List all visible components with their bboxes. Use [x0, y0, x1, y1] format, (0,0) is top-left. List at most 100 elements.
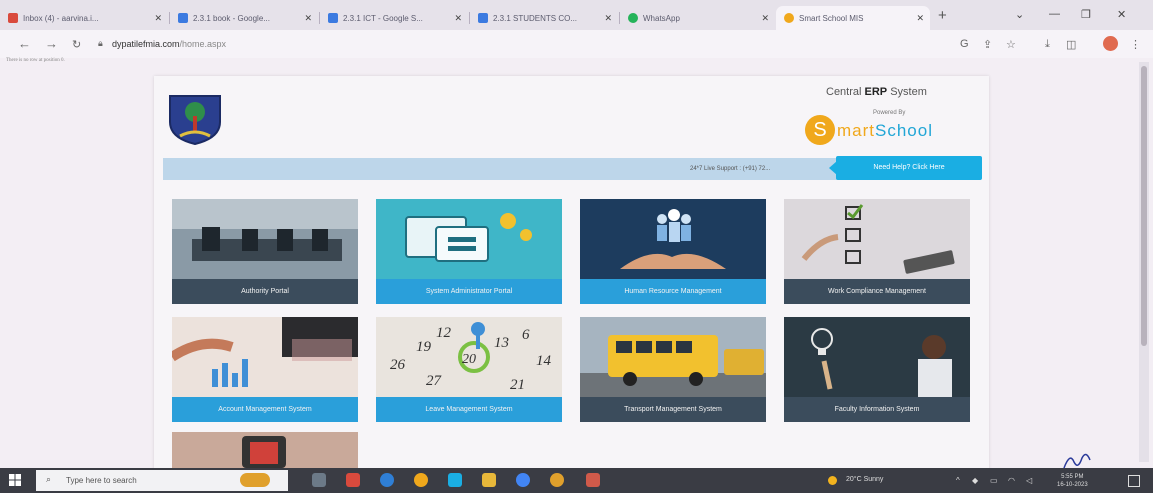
lock-icon: 🔒︎	[98, 38, 103, 48]
error-message: There is no row at position 0.	[6, 58, 65, 63]
system-clock[interactable]: 5:55 PM 16-10-2023	[1057, 473, 1088, 489]
wifi-icon[interactable]: ◠	[1008, 476, 1015, 485]
task-view-icon[interactable]	[312, 473, 326, 487]
file-explorer-icon[interactable]	[482, 473, 496, 487]
support-phone-text: 24*7 Live Support : (+91) 72...	[690, 166, 771, 172]
url-host: dypatilefmia.com	[112, 39, 180, 49]
tab-students[interactable]: 2.3.1 STUDENTS CO... ✕	[470, 6, 618, 30]
bookmark-star-icon[interactable]: ☆	[1006, 38, 1016, 51]
taskbar-search-placeholder: Type here to search	[66, 476, 137, 485]
svg-text:19: 19	[416, 339, 432, 355]
svg-text:14: 14	[536, 353, 552, 369]
office-icon[interactable]	[346, 473, 360, 487]
chrome-icon[interactable]	[516, 473, 530, 487]
share-icon[interactable]: ⇪	[983, 38, 992, 51]
menu-icon[interactable]: ⋮	[1130, 38, 1141, 51]
svg-text:12: 12	[436, 325, 452, 341]
svg-text:6: 6	[522, 327, 530, 343]
tile-transport-management-system[interactable]: Transport Management System	[580, 317, 766, 422]
battery-icon[interactable]: ▭	[990, 476, 998, 485]
network-icon[interactable]: ◆	[972, 476, 978, 485]
tile-label: Leave Management System	[376, 397, 562, 422]
url-field[interactable]: dypatilefmia.com/home.aspx	[112, 39, 226, 49]
volume-icon[interactable]: ◁	[1026, 476, 1032, 485]
tile-label: System Administrator Portal	[376, 279, 562, 304]
svg-text:26: 26	[390, 357, 406, 373]
tile-partial[interactable]	[172, 432, 358, 468]
url-path: /home.aspx	[179, 39, 227, 49]
tab-smart-school[interactable]: Smart School MIS ✕	[776, 6, 930, 30]
close-icon[interactable]: ✕	[604, 13, 612, 24]
weather-sun-icon	[828, 476, 837, 485]
edge-icon[interactable]	[380, 473, 394, 487]
tile-leave-management-system[interactable]: 12 19 26 13 6 14 27 21 20 Leave Manageme…	[376, 317, 562, 422]
firefox-icon[interactable]	[414, 473, 428, 487]
system-admin-image	[376, 199, 562, 279]
transport-management-image	[580, 317, 766, 397]
close-icon[interactable]: ✕	[454, 13, 462, 24]
tile-account-management-system[interactable]: Account Management System	[172, 317, 358, 422]
faculty-information-image	[784, 317, 970, 397]
tile-label: Account Management System	[172, 397, 358, 422]
tile-label: Transport Management System	[580, 397, 766, 422]
work-compliance-image	[784, 199, 970, 279]
google-lens-icon[interactable]: G	[960, 38, 969, 50]
college-crest-logo	[169, 95, 221, 146]
weather-text[interactable]: 20°C Sunny	[846, 476, 883, 483]
back-icon[interactable]: ←	[18, 36, 31, 51]
tile-system-administrator-portal[interactable]: System Administrator Portal	[376, 199, 562, 304]
new-tab-button[interactable]: +	[938, 7, 947, 24]
tab-search-icon[interactable]: ⌄	[1015, 8, 1024, 21]
whatsapp-icon	[628, 13, 638, 23]
chrome-app-icon[interactable]	[448, 473, 462, 487]
smart-school-logo-text: martSchool	[837, 121, 933, 141]
tile-faculty-information-system[interactable]: Faculty Information System	[784, 317, 970, 422]
tab-title: 2.3.1 STUDENTS CO...	[493, 13, 578, 23]
tile-human-resource-management[interactable]: Human Resource Management	[580, 199, 766, 304]
human-resource-image	[580, 199, 766, 279]
tab-ict[interactable]: 2.3.1 ICT - Google S... ✕	[320, 6, 468, 30]
tab-title: Smart School MIS	[799, 13, 864, 23]
smart-school-logo-mark: S	[805, 115, 835, 145]
taskbar-highlight-icon[interactable]	[240, 473, 270, 487]
profile-avatar[interactable]	[1103, 36, 1118, 51]
svg-text:13: 13	[494, 335, 509, 351]
clock-date: 16-10-2023	[1057, 482, 1088, 488]
tab-whatsapp[interactable]: WhatsApp ✕	[620, 6, 775, 30]
need-help-button[interactable]: Need Help? Click Here	[836, 156, 982, 180]
reload-icon[interactable]: ↻	[72, 38, 81, 51]
windows-start-icon[interactable]	[9, 474, 21, 486]
svg-text:20: 20	[462, 352, 476, 367]
erp-title-suffix: System	[887, 86, 927, 98]
close-icon[interactable]: ✕	[304, 13, 312, 24]
forward-icon[interactable]: →	[45, 36, 58, 51]
window-close-icon[interactable]: ✕	[1117, 8, 1126, 21]
restore-icon[interactable]: ❐	[1081, 8, 1091, 21]
notification-icon[interactable]	[1128, 475, 1140, 487]
tile-label: Authority Portal	[172, 279, 358, 304]
chrome-active-icon[interactable]	[550, 473, 564, 487]
tab-book[interactable]: 2.3.1 book - Google... ✕	[170, 6, 318, 30]
account-management-image	[172, 317, 358, 397]
tile-authority-portal[interactable]: Authority Portal	[172, 199, 358, 304]
svg-text:27: 27	[426, 373, 443, 389]
brand-school: School	[875, 121, 933, 140]
search-icon: ⌕	[46, 474, 52, 484]
smartschool-icon	[784, 13, 794, 23]
minimize-icon[interactable]: —	[1049, 8, 1060, 20]
side-panel-icon[interactable]: ◫	[1066, 38, 1076, 51]
close-icon[interactable]: ✕	[154, 13, 162, 24]
docs-icon	[478, 13, 488, 23]
download-icon[interactable]: ⤓	[1045, 38, 1050, 51]
erp-title-bold: ERP	[864, 86, 888, 98]
tab-gmail[interactable]: Inbox (4) - aarvina.i... ✕	[0, 6, 168, 30]
brand-mart: mart	[837, 121, 875, 140]
tile-work-compliance-management[interactable]: Work Compliance Management	[784, 199, 970, 304]
close-icon[interactable]: ✕	[916, 13, 924, 24]
close-icon[interactable]: ✕	[761, 13, 769, 24]
chevron-up-icon[interactable]: ^	[956, 476, 960, 485]
docs-icon	[178, 13, 188, 23]
scrollbar-thumb[interactable]	[1141, 66, 1147, 346]
tab-title: 2.3.1 book - Google...	[193, 13, 270, 23]
app-icon[interactable]	[586, 473, 600, 487]
